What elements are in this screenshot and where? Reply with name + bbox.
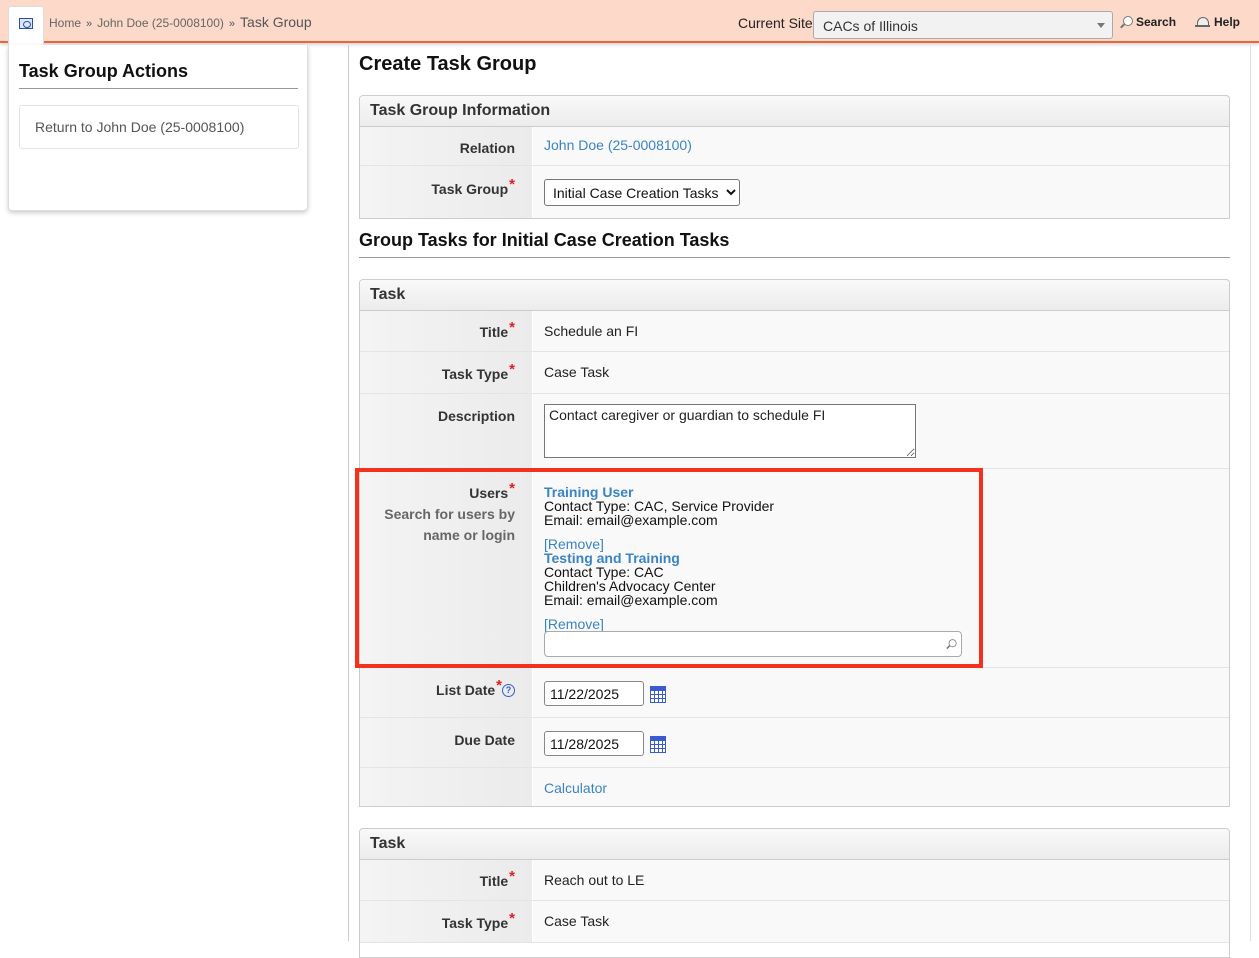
section-heading: Task bbox=[360, 829, 1229, 860]
task-group-label: Task Group* bbox=[360, 166, 533, 218]
task-type-label-text: Task Type bbox=[441, 366, 509, 382]
title-label: Title* bbox=[360, 860, 533, 900]
title-value: Schedule an FI bbox=[533, 311, 1229, 351]
calculator-label-cell bbox=[360, 768, 533, 806]
task-type-label-text: Task Type bbox=[441, 915, 509, 931]
help-circle-icon[interactable]: ? bbox=[502, 684, 515, 697]
home-tab[interactable] bbox=[8, 6, 44, 50]
description-textarea[interactable]: Contact caregiver or guardian to schedul… bbox=[544, 404, 916, 458]
current-site-select[interactable]: CACs of Illinois bbox=[813, 11, 1113, 39]
required-marker: * bbox=[509, 361, 515, 378]
user-name-link[interactable]: Testing and Training bbox=[544, 551, 1229, 565]
title-row: Title* Schedule an FI bbox=[360, 311, 1229, 352]
calculator-row: Calculator bbox=[360, 768, 1229, 806]
chevron-down-icon bbox=[1097, 23, 1105, 28]
list-date-label: List Date*? bbox=[360, 668, 533, 717]
user-detail: Email: email@example.com bbox=[544, 512, 718, 528]
user-name-link[interactable]: Training User bbox=[544, 485, 1229, 499]
title-row: Title* Reach out to LE bbox=[360, 860, 1229, 901]
user-detail: Children's Advocacy Center bbox=[544, 578, 716, 594]
task-group-row: Task Group* Initial Case Creation Tasks bbox=[360, 166, 1229, 218]
task-type-row: Task Type* Case Task bbox=[360, 352, 1229, 394]
section-heading: Task Group Information bbox=[360, 96, 1229, 127]
remove-user-link[interactable]: [Remove] bbox=[544, 537, 1229, 551]
search-icon bbox=[1120, 16, 1133, 28]
task-section-1: Task Title* Schedule an FI Task Type* Ca… bbox=[359, 279, 1230, 807]
group-tasks-heading: Group Tasks for Initial Case Creation Ta… bbox=[359, 230, 1230, 258]
task-type-label: Task Type* bbox=[360, 901, 533, 942]
list-date-input[interactable] bbox=[544, 681, 644, 706]
task-group-select[interactable]: Initial Case Creation Tasks bbox=[544, 179, 740, 206]
required-marker: * bbox=[509, 480, 515, 497]
page-title: Create Task Group bbox=[359, 53, 537, 75]
title-label: Title* bbox=[360, 311, 533, 351]
current-site-label: Current Site bbox=[738, 15, 813, 31]
due-date-row: Due Date bbox=[360, 718, 1229, 768]
help-label: Help bbox=[1214, 15, 1241, 29]
user-detail: Contact Type: CAC bbox=[544, 564, 664, 580]
users-hint: Search for users by name or login bbox=[384, 506, 515, 543]
breadcrumb-separator: » bbox=[86, 18, 93, 30]
remove-user-link[interactable]: [Remove] bbox=[544, 617, 1229, 631]
task-group-label-text: Task Group bbox=[431, 181, 509, 197]
search-label: Search bbox=[1136, 15, 1177, 29]
title-value: Reach out to LE bbox=[533, 860, 1229, 900]
help-icon bbox=[1195, 16, 1210, 28]
calculator-link[interactable]: Calculator bbox=[544, 780, 607, 796]
users-label-text: Users bbox=[469, 485, 509, 501]
task-type-value: Case Task bbox=[533, 901, 1229, 942]
task-type-row: Task Type* Case Task bbox=[360, 901, 1229, 943]
current-site-value: CACs of Illinois bbox=[823, 18, 918, 34]
main-divider bbox=[348, 45, 349, 941]
section-heading: Task bbox=[360, 280, 1229, 311]
relation-label: Relation bbox=[360, 127, 533, 165]
panel-title: Task Group Actions bbox=[19, 61, 298, 89]
calendar-icon[interactable] bbox=[649, 735, 666, 753]
relation-row: Relation John Doe (25-0008100) bbox=[360, 127, 1229, 166]
top-bar: Home » John Doe (25-0008100) » Task Group Cu… bbox=[0, 0, 1259, 50]
breadcrumb-person[interactable]: John Doe (25-0008100) bbox=[97, 16, 224, 30]
breadcrumb-home[interactable]: Home bbox=[49, 16, 81, 30]
breadcrumb-current: Task Group bbox=[240, 14, 312, 30]
help-button[interactable]: Help bbox=[1195, 15, 1240, 29]
users-row: Users* Search for users by name or login… bbox=[360, 469, 1229, 668]
search-icon bbox=[946, 639, 957, 649]
breadcrumb: Home » John Doe (25-0008100) » Task Group bbox=[49, 14, 312, 30]
breadcrumb-separator: » bbox=[228, 18, 236, 30]
required-marker: * bbox=[509, 868, 515, 885]
task-group-information-section: Task Group Information Relation John Doe… bbox=[359, 95, 1230, 219]
required-marker: * bbox=[509, 910, 515, 927]
task-section-2: Task Title* Reach out to LE Task Type* C… bbox=[359, 828, 1230, 958]
description-label: Description bbox=[360, 394, 533, 468]
user-detail: Contact Type: CAC, Service Provider bbox=[544, 498, 775, 514]
user-search-input[interactable] bbox=[544, 631, 962, 657]
required-marker: * bbox=[509, 319, 515, 336]
title-label-text: Title bbox=[479, 324, 509, 340]
due-date-label: Due Date bbox=[360, 718, 533, 767]
home-icon bbox=[19, 18, 33, 29]
user-entry: Testing and Training Contact Type: CAC C… bbox=[544, 551, 1229, 631]
calendar-icon[interactable] bbox=[649, 685, 666, 703]
task-type-label: Task Type* bbox=[360, 352, 533, 393]
return-button[interactable]: Return to John Doe (25-0008100) bbox=[19, 105, 299, 149]
due-date-input[interactable] bbox=[544, 731, 644, 756]
main-divider-right bbox=[1250, 45, 1251, 941]
title-label-text: Title bbox=[479, 873, 509, 889]
user-entry: Training User Contact Type: CAC, Service… bbox=[544, 485, 1229, 551]
search-button[interactable]: Search bbox=[1120, 15, 1176, 29]
users-label: Users* Search for users by name or login bbox=[360, 469, 533, 667]
task-type-value: Case Task bbox=[533, 352, 1229, 393]
task-group-actions-panel: Task Group Actions Return to John Doe (2… bbox=[8, 45, 308, 211]
list-date-label-text: List Date bbox=[436, 682, 496, 698]
description-row: Description Contact caregiver or guardia… bbox=[360, 394, 1229, 469]
required-marker: * bbox=[496, 677, 502, 694]
user-detail: Email: email@example.com bbox=[544, 592, 718, 608]
relation-link[interactable]: John Doe (25-0008100) bbox=[544, 137, 692, 153]
required-marker: * bbox=[509, 176, 515, 193]
list-date-row: List Date*? bbox=[360, 668, 1229, 718]
